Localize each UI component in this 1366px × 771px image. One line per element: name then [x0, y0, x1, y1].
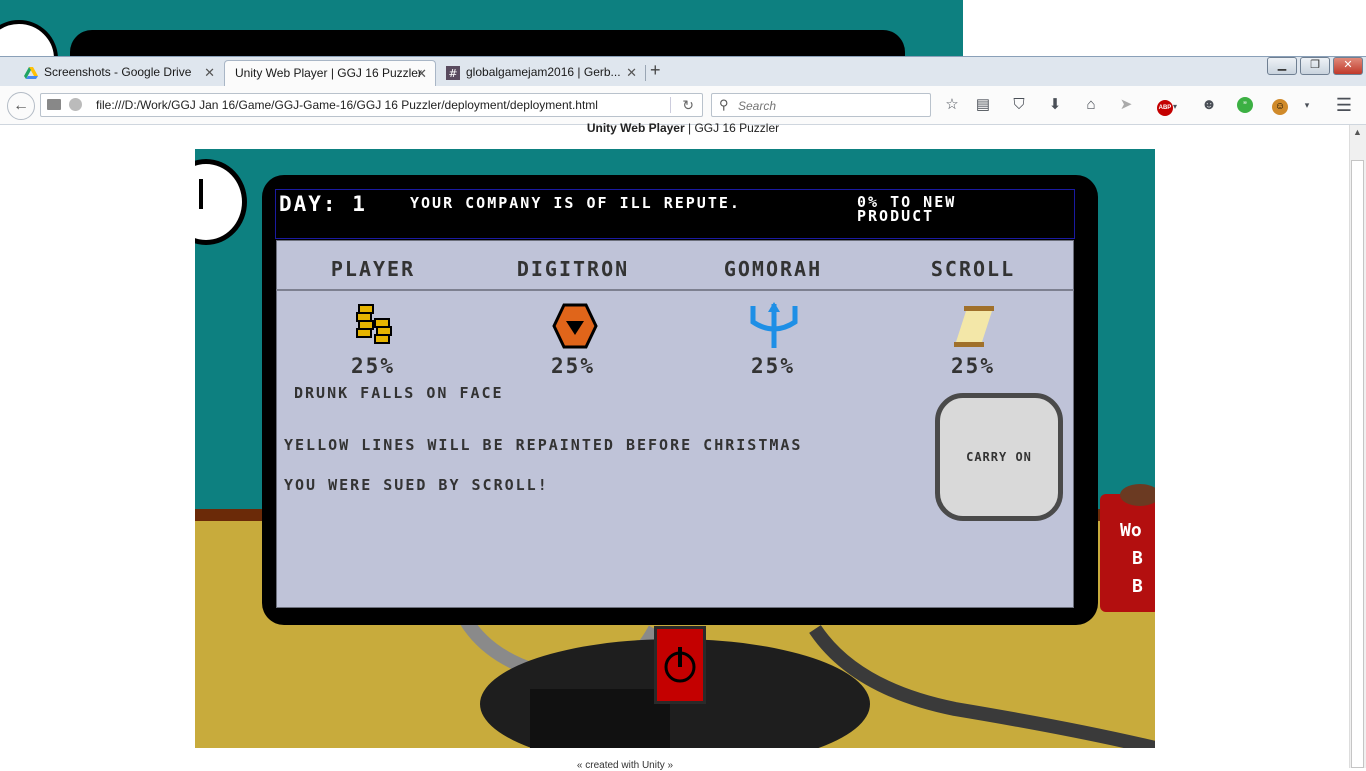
- globe-icon: [69, 98, 82, 111]
- monitor-stand-shadow: [530, 689, 670, 748]
- bookmark-star-icon[interactable]: ☆: [942, 95, 962, 115]
- player-event: DRUNK FALLS ON FACE: [294, 384, 504, 402]
- hexagon-icon: [552, 303, 598, 349]
- search-box[interactable]: ⚲: [711, 93, 931, 117]
- company-name-gomorah: GOMORAH: [723, 257, 823, 281]
- tab-globalgamejam[interactable]: # globalgamejam2016 | Gerb... ✕: [440, 60, 645, 87]
- page-title: Unity Web Player | GGJ 16 Puzzler: [0, 121, 1366, 135]
- svg-text:#: #: [448, 67, 457, 80]
- restore-icon[interactable]: ❐: [1300, 57, 1330, 75]
- scroll-icon: [954, 306, 994, 347]
- power-button[interactable]: [654, 626, 706, 704]
- tab-separator: [645, 65, 646, 81]
- back-arrow-icon[interactable]: ←: [7, 92, 35, 120]
- tab-label: globalgamejam2016 | Gerb...: [466, 65, 621, 79]
- mug-text-line: Wo: [1120, 520, 1142, 541]
- reload-icon[interactable]: ↻: [682, 94, 694, 116]
- company-name-player: PLAYER: [330, 257, 416, 281]
- scroll-up-arrow-icon[interactable]: ▲: [1350, 127, 1365, 141]
- tab-strip: Screenshots - Google Drive ✕ Unity Web P…: [0, 56, 1366, 87]
- search-input[interactable]: [736, 96, 925, 116]
- background-monitor: [70, 30, 905, 56]
- coins-icon: [356, 304, 392, 344]
- company-name-digitron: DIGITRON: [516, 257, 630, 281]
- tab-unity-web-player[interactable]: Unity Web Player | GGJ 16 Puzzler ✕: [224, 60, 436, 87]
- pocket-icon[interactable]: ⛉: [1009, 95, 1029, 115]
- divider: [670, 97, 671, 113]
- page-title-bold: Unity Web Player: [586, 121, 685, 135]
- power-icon: [664, 647, 696, 683]
- close-icon[interactable]: ✕: [416, 61, 427, 86]
- share-player: 25%: [351, 354, 395, 378]
- close-icon[interactable]: ✕: [626, 60, 637, 85]
- page-footer: « created with Unity »: [576, 760, 674, 771]
- unity-game-canvas[interactable]: Wo B B DAY: 1 YOUR COMPANY IS OF ILL REP…: [195, 149, 1155, 748]
- share-digitron: 25%: [551, 354, 595, 378]
- divider: [276, 289, 1074, 291]
- address-bar[interactable]: file:///D:/Work/GGJ Jan 16/Game/GGJ-Game…: [40, 93, 703, 117]
- minimize-icon[interactable]: ▁: [1267, 57, 1297, 75]
- send-icon[interactable]: ➤: [1116, 95, 1136, 115]
- background-window: [0, 0, 963, 56]
- tab-label: Screenshots - Google Drive: [44, 65, 192, 79]
- url-text: file:///D:/Work/GGJ Jan 16/Game/GGJ-Game…: [96, 98, 598, 112]
- product-progress: 0% TO NEW PRODUCT: [857, 193, 957, 225]
- reputation-status: YOUR COMPANY IS OF ILL REPUTE.: [410, 194, 741, 212]
- trident-icon: [750, 302, 798, 348]
- plus-icon[interactable]: +: [650, 60, 661, 81]
- page-icon: [47, 99, 61, 110]
- scrollbar-thumb[interactable]: [1351, 160, 1364, 768]
- hashtag-icon: #: [446, 66, 460, 80]
- close-icon[interactable]: ✕: [204, 60, 215, 85]
- mug-text-line: B: [1132, 548, 1143, 569]
- download-icon[interactable]: ⬇: [1045, 95, 1065, 115]
- clock-hand: [199, 179, 203, 209]
- share-scroll: 25%: [951, 354, 995, 378]
- google-drive-icon: [24, 67, 38, 79]
- news-item: YOU WERE SUED BY SCROLL!: [284, 476, 549, 494]
- day-counter: DAY: 1: [279, 192, 367, 216]
- coffee: [1120, 484, 1155, 506]
- tab-google-drive[interactable]: Screenshots - Google Drive ✕: [18, 60, 223, 87]
- monkey-icon[interactable]: ☺: [1270, 95, 1290, 115]
- background-clock: [0, 20, 58, 56]
- search-icon: ⚲: [719, 97, 729, 112]
- news-item: YELLOW LINES WILL BE REPAINTED BEFORE CH…: [284, 436, 803, 454]
- quote-icon[interactable]: ”: [1235, 95, 1255, 115]
- share-gomorah: 25%: [751, 354, 795, 378]
- tab-label: Unity Web Player | GGJ 16 Puzzler: [235, 66, 422, 80]
- home-icon[interactable]: ⌂: [1081, 95, 1101, 115]
- chevron-down-icon[interactable]: ▾: [1297, 95, 1317, 115]
- menu-icon[interactable]: ☰: [1334, 95, 1354, 115]
- close-window-icon[interactable]: ✕: [1333, 57, 1363, 75]
- page-title-rest: | GGJ 16 Puzzler: [684, 121, 780, 135]
- reading-list-icon[interactable]: ▤: [973, 95, 993, 115]
- carry-on-button[interactable]: CARRY ON: [935, 393, 1063, 521]
- chat-icon[interactable]: ☻: [1199, 95, 1219, 115]
- adblock-icon[interactable]: ABP ▾: [1152, 95, 1182, 116]
- company-name-scroll: SCROLL: [930, 257, 1016, 281]
